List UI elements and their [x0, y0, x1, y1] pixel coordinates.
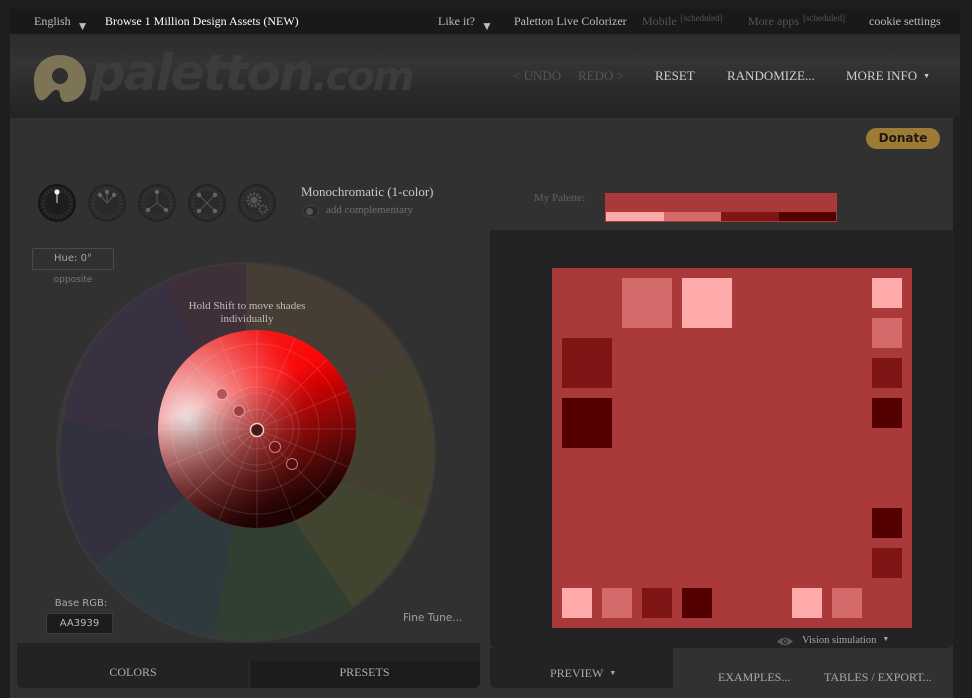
tab-preview[interactable]: PREVIEW ▼	[550, 666, 616, 681]
scheme-triad-button[interactable]	[138, 184, 176, 222]
vision-simulation-menu[interactable]: Vision simulation ▼	[777, 635, 890, 646]
preview-panel: My Palette: Vision simulation ▼ PREVIEW …	[490, 118, 960, 698]
scheme-adjacent-button[interactable]	[88, 184, 126, 222]
preview-swatch-light[interactable]	[622, 278, 672, 328]
preview-swatch-darkest[interactable]	[562, 398, 612, 448]
base-rgb-label: Base RGB:	[54, 598, 108, 609]
shade-handle-lightest[interactable]	[216, 388, 228, 400]
caret-down-icon: ▼	[882, 635, 890, 643]
preview-swatch-dark[interactable]	[562, 338, 612, 388]
preview-swatch-dark[interactable]	[872, 548, 902, 578]
scheduled-badge: [scheduled]	[803, 13, 845, 23]
caret-down-icon: ▼	[609, 669, 617, 677]
eye-icon	[777, 637, 793, 646]
logo-suffix: .com	[312, 54, 414, 100]
monochromatic-icon	[41, 187, 73, 219]
fine-tune-link[interactable]: Fine Tune...	[403, 612, 462, 624]
logo[interactable]: paletton.com	[32, 44, 432, 108]
more-info-label: MORE INFO	[846, 68, 918, 83]
palette-preview	[552, 268, 912, 628]
gear-icon	[241, 187, 273, 219]
scheme-tetrad-button[interactable]	[188, 184, 226, 222]
language-select[interactable]: English ▼	[34, 14, 89, 33]
base-rgb-input[interactable]: AA3939	[46, 613, 113, 634]
preview-swatch-lightest[interactable]	[562, 588, 592, 618]
shade-handle-light[interactable]	[233, 405, 245, 417]
browse-assets-link[interactable]: Browse 1 Million Design Assets (NEW)	[105, 14, 299, 29]
caret-down-icon: ▼	[923, 72, 931, 80]
palette-light	[663, 212, 721, 221]
shift-hint-line1: Hold Shift to move shades	[188, 300, 306, 312]
palette-dark	[721, 212, 779, 221]
shade-handle-dark[interactable]	[269, 441, 281, 453]
paletton-logo-icon	[34, 55, 86, 102]
top-nav: English ▼ Browse 1 Million Design Assets …	[10, 9, 960, 34]
right-tabs: PREVIEW ▼ EXAMPLES... TABLES / EXPORT...	[490, 648, 953, 688]
logo-main: paletton	[90, 44, 314, 102]
shade-handle-darkest[interactable]	[286, 458, 298, 470]
adjacent-icon	[91, 187, 123, 219]
preview-swatch-light[interactable]	[832, 588, 862, 618]
more-info-menu[interactable]: MORE INFO ▼	[846, 68, 930, 84]
live-colorizer-link[interactable]: Paletton Live Colorizer	[514, 14, 627, 29]
language-label: English	[34, 14, 71, 28]
preview-swatch-dark[interactable]	[642, 588, 672, 618]
colors-panel: Monochromatic (1-color) add complementar…	[10, 118, 480, 698]
palette-darkest	[778, 212, 836, 221]
preview-swatch-lightest[interactable]	[682, 278, 732, 328]
preview-swatch-lightest[interactable]	[872, 278, 902, 308]
tab-preview-label: PREVIEW	[550, 666, 604, 680]
more-apps-link: More apps [scheduled]	[748, 13, 845, 29]
my-palette-label: My Palette:	[534, 192, 586, 204]
mobile-label: Mobile	[642, 14, 677, 28]
preview-swatch-dark[interactable]	[872, 358, 902, 388]
reset-button[interactable]: RESET	[655, 68, 695, 84]
more-apps-label: More apps	[748, 14, 799, 28]
my-palette-swatch[interactable]	[605, 193, 837, 222]
preview-swatch-lightest[interactable]	[792, 588, 822, 618]
caret-down-icon: ▼	[76, 19, 89, 33]
left-tabs: COLORS PRESETS	[17, 643, 480, 688]
preview-swatch-darkest[interactable]	[682, 588, 712, 618]
header: paletton.com < UNDO REDO > RESET RANDOMI…	[10, 34, 960, 118]
scheme-title: Monochromatic (1-color)	[301, 184, 434, 199]
shift-hint: Hold Shift to move shades individually	[172, 300, 322, 326]
preview-swatch-light[interactable]	[872, 318, 902, 348]
tetrad-icon	[191, 187, 223, 219]
tab-tables-export[interactable]: TABLES / EXPORT...	[824, 670, 932, 685]
vision-simulation-label: Vision simulation	[802, 635, 877, 646]
scheduled-badge: [scheduled]	[680, 13, 723, 23]
main-area: Donate Monochromatic (1-color) add compl…	[10, 118, 960, 698]
preview-swatch-darkest[interactable]	[872, 398, 902, 428]
undo-button[interactable]: < UNDO	[513, 68, 561, 84]
like-it-menu[interactable]: Like it? ▼	[438, 14, 493, 33]
triad-icon	[141, 187, 173, 219]
like-it-label: Like it?	[438, 14, 475, 28]
shift-hint-line2: individually	[220, 313, 274, 325]
scheme-freestyle-button[interactable]	[238, 184, 276, 222]
preview-swatch-light[interactable]	[602, 588, 632, 618]
scheme-monochromatic-button[interactable]	[38, 184, 76, 222]
tab-presets[interactable]: PRESETS	[249, 665, 480, 680]
caret-down-icon: ▼	[480, 19, 493, 33]
my-palette-strip	[606, 212, 836, 221]
add-complementary-label[interactable]: add complementary	[326, 204, 413, 216]
cookie-settings-link[interactable]: cookie settings	[869, 14, 941, 29]
preview-swatch-darkest[interactable]	[872, 508, 902, 538]
palette-lightest	[606, 212, 664, 221]
add-complementary-toggle[interactable]	[303, 205, 319, 217]
tab-colors[interactable]: COLORS	[17, 665, 249, 680]
mobile-link: Mobile [scheduled]	[642, 13, 723, 29]
logo-text: paletton.com	[90, 44, 414, 102]
randomize-button[interactable]: RANDOMIZE...	[727, 68, 815, 84]
redo-button[interactable]: REDO >	[578, 68, 624, 84]
shade-handle-base[interactable]	[249, 422, 265, 438]
page-edge	[953, 118, 972, 698]
tab-examples[interactable]: EXAMPLES...	[718, 670, 790, 685]
